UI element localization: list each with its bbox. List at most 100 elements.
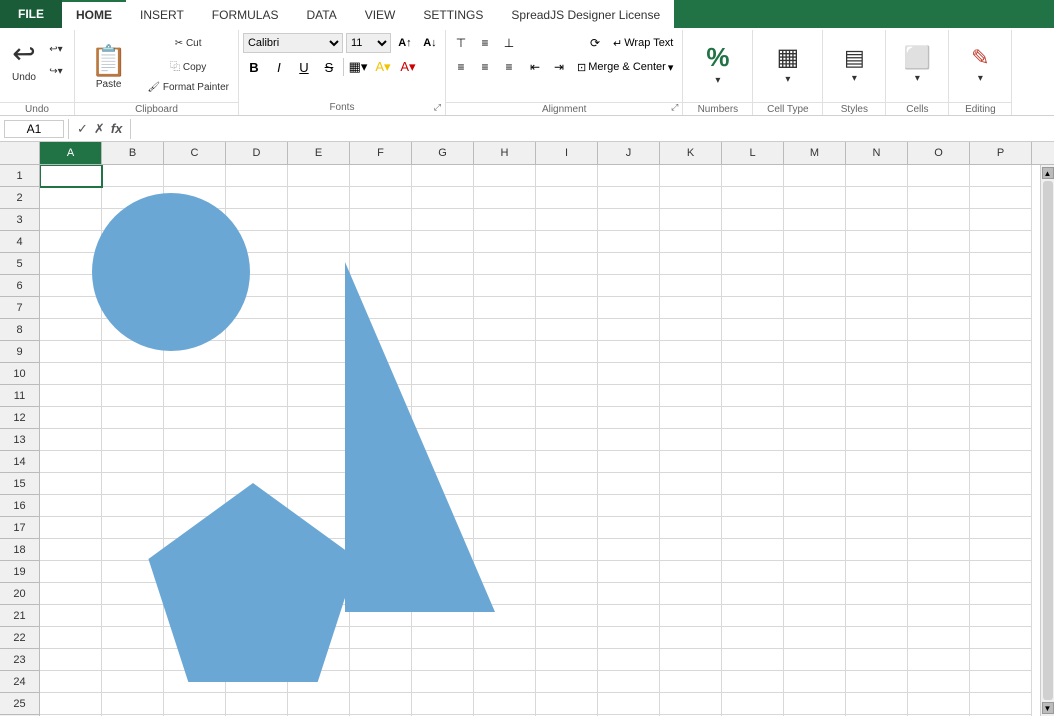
cell-D19[interactable] <box>226 561 288 583</box>
cell-N6[interactable] <box>846 275 908 297</box>
copy-button[interactable]: ⿻ Copy <box>142 56 234 76</box>
cell-C6[interactable] <box>164 275 226 297</box>
cell-H15[interactable] <box>474 473 536 495</box>
cell-F17[interactable] <box>350 517 412 539</box>
cell-N12[interactable] <box>846 407 908 429</box>
cell-N13[interactable] <box>846 429 908 451</box>
cell-M7[interactable] <box>784 297 846 319</box>
cell-F20[interactable] <box>350 583 412 605</box>
cell-B21[interactable] <box>102 605 164 627</box>
cell-I3[interactable] <box>536 209 598 231</box>
cell-G15[interactable] <box>412 473 474 495</box>
cell-B6[interactable] <box>102 275 164 297</box>
row-header-9[interactable]: 9 <box>0 341 40 363</box>
cell-B11[interactable] <box>102 385 164 407</box>
cell-G8[interactable] <box>412 319 474 341</box>
cell-A24[interactable] <box>40 671 102 693</box>
vertical-scrollbar[interactable]: ▲ ▼ <box>1040 165 1054 716</box>
cell-C3[interactable] <box>164 209 226 231</box>
cell-G21[interactable] <box>412 605 474 627</box>
cell-F7[interactable] <box>350 297 412 319</box>
cell-J2[interactable] <box>598 187 660 209</box>
cell-A3[interactable] <box>40 209 102 231</box>
cell-G7[interactable] <box>412 297 474 319</box>
numbers-button[interactable]: % ▾ <box>693 34 743 92</box>
cell-O16[interactable] <box>908 495 970 517</box>
cell-K16[interactable] <box>660 495 722 517</box>
strikethrough-button[interactable]: S <box>318 56 340 78</box>
row-header-20[interactable]: 20 <box>0 583 40 605</box>
cell-J3[interactable] <box>598 209 660 231</box>
cell-C8[interactable] <box>164 319 226 341</box>
row-header-17[interactable]: 17 <box>0 517 40 539</box>
cell-M2[interactable] <box>784 187 846 209</box>
cell-B12[interactable] <box>102 407 164 429</box>
formula-input[interactable] <box>135 121 1050 137</box>
col-header-P[interactable]: P <box>970 142 1032 164</box>
cell-E19[interactable] <box>288 561 350 583</box>
cell-F6[interactable] <box>350 275 412 297</box>
cell-P13[interactable] <box>970 429 1032 451</box>
undo-button[interactable]: ↩ Undo <box>6 34 42 86</box>
paste-button[interactable]: 📋 Paste <box>79 32 138 99</box>
cell-P7[interactable] <box>970 297 1032 319</box>
cell-N8[interactable] <box>846 319 908 341</box>
cell-F14[interactable] <box>350 451 412 473</box>
cell-B18[interactable] <box>102 539 164 561</box>
cell-D20[interactable] <box>226 583 288 605</box>
row-header-21[interactable]: 21 <box>0 605 40 627</box>
cell-O6[interactable] <box>908 275 970 297</box>
col-header-L[interactable]: L <box>722 142 784 164</box>
cell-N11[interactable] <box>846 385 908 407</box>
cell-I2[interactable] <box>536 187 598 209</box>
cell-L19[interactable] <box>722 561 784 583</box>
cell-J1[interactable] <box>598 165 660 187</box>
cell-C10[interactable] <box>164 363 226 385</box>
cell-O2[interactable] <box>908 187 970 209</box>
cell-H19[interactable] <box>474 561 536 583</box>
col-header-E[interactable]: E <box>288 142 350 164</box>
cell-I21[interactable] <box>536 605 598 627</box>
cell-H17[interactable] <box>474 517 536 539</box>
cell-H23[interactable] <box>474 649 536 671</box>
cell-P16[interactable] <box>970 495 1032 517</box>
cell-P10[interactable] <box>970 363 1032 385</box>
cell-I1[interactable] <box>536 165 598 187</box>
wrap-text-button[interactable]: ↵ Wrap Text <box>608 33 678 53</box>
cell-D24[interactable] <box>226 671 288 693</box>
cell-A11[interactable] <box>40 385 102 407</box>
cell-K8[interactable] <box>660 319 722 341</box>
cell-E21[interactable] <box>288 605 350 627</box>
cell-F15[interactable] <box>350 473 412 495</box>
cell-I24[interactable] <box>536 671 598 693</box>
cell-E5[interactable] <box>288 253 350 275</box>
cell-O12[interactable] <box>908 407 970 429</box>
tab-formulas[interactable]: FORMULAS <box>198 0 293 28</box>
col-header-C[interactable]: C <box>164 142 226 164</box>
cell-B7[interactable] <box>102 297 164 319</box>
cell-O18[interactable] <box>908 539 970 561</box>
cell-E23[interactable] <box>288 649 350 671</box>
col-header-N[interactable]: N <box>846 142 908 164</box>
cell-E13[interactable] <box>288 429 350 451</box>
cell-L6[interactable] <box>722 275 784 297</box>
fill-color-button[interactable]: A▾ <box>372 56 394 78</box>
cell-F13[interactable] <box>350 429 412 451</box>
cell-J5[interactable] <box>598 253 660 275</box>
cell-C17[interactable] <box>164 517 226 539</box>
cell-I6[interactable] <box>536 275 598 297</box>
cell-B8[interactable] <box>102 319 164 341</box>
cell-L5[interactable] <box>722 253 784 275</box>
cell-K25[interactable] <box>660 693 722 715</box>
align-bottom-button[interactable]: ⊥ <box>498 32 520 54</box>
cell-J20[interactable] <box>598 583 660 605</box>
tab-insert[interactable]: INSERT <box>126 0 198 28</box>
cell-M8[interactable] <box>784 319 846 341</box>
align-left-button[interactable]: ≡ <box>450 56 472 78</box>
cell-J16[interactable] <box>598 495 660 517</box>
cell-N10[interactable] <box>846 363 908 385</box>
row-header-24[interactable]: 24 <box>0 671 40 693</box>
cell-L15[interactable] <box>722 473 784 495</box>
formula-cancel-icon[interactable]: ✗ <box>94 121 105 137</box>
cell-A17[interactable] <box>40 517 102 539</box>
